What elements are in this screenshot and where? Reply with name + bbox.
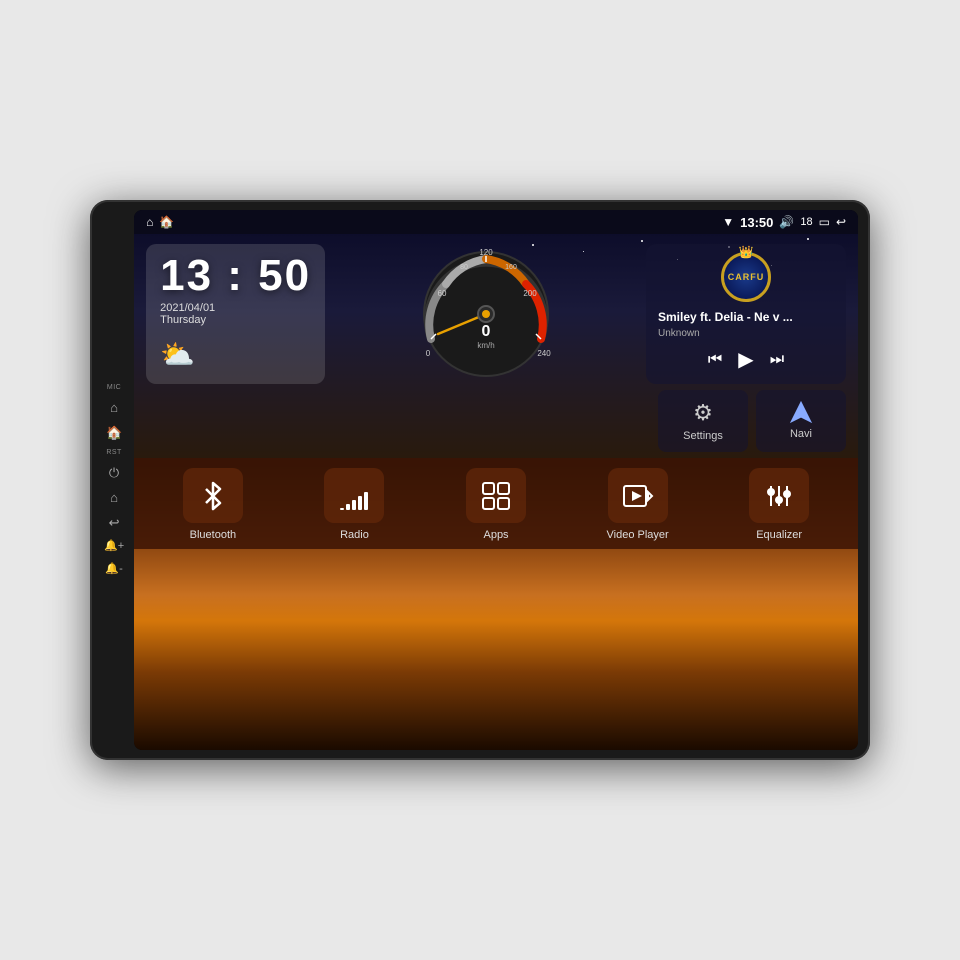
wifi-icon: ▼	[722, 215, 734, 229]
music-artist: Unknown	[658, 328, 834, 339]
vol-up-button[interactable]: 🔔+	[102, 539, 126, 554]
bluetooth-app[interactable]: Bluetooth	[168, 468, 258, 541]
carfu-logo-text: CARFU	[728, 272, 765, 282]
music-logo: 👑 CARFU	[721, 252, 771, 302]
music-widget: 👑 CARFU Smiley ft. Delia - Ne v ... Unkn…	[646, 244, 846, 384]
svg-text:0: 0	[481, 323, 490, 340]
back-status-icon[interactable]: ↩	[836, 215, 846, 229]
apps-label: Apps	[483, 529, 508, 541]
play-button[interactable]: ▶	[738, 347, 753, 372]
speedometer-widget: 0 60 120 80 160 200 240 0	[333, 244, 638, 384]
apps-icon	[481, 481, 511, 511]
radio-app[interactable]: Radio	[309, 468, 399, 541]
eq-icon-box	[749, 468, 809, 523]
weather-icon: ⛅	[160, 338, 195, 371]
crown-icon: 👑	[739, 245, 754, 259]
home2-button[interactable]: 🏠	[104, 424, 124, 441]
radio-label: Radio	[340, 529, 369, 541]
status-bar: ⌂ 🏠 ▼ 13:50 🔊 18 ▭ ↩	[134, 210, 858, 234]
volume-icon: 🔊	[779, 215, 794, 229]
radio-icon-box	[324, 468, 384, 523]
music-title: Smiley ft. Delia - Ne v ...	[658, 310, 834, 324]
svg-text:km/h: km/h	[477, 341, 494, 350]
equalizer-app[interactable]: Equalizer	[734, 468, 824, 541]
eq-label: Equalizer	[756, 529, 802, 541]
video-icon-box	[608, 468, 668, 523]
navi-label: Navi	[790, 428, 812, 440]
screen: ⌂ 🏠 ▼ 13:50 🔊 18 ▭ ↩	[134, 210, 858, 750]
bluetooth-icon	[198, 481, 228, 511]
status-left: ⌂ 🏠	[146, 215, 174, 229]
window-icon: ▭	[819, 215, 830, 229]
clock-time: 13 : 50	[160, 254, 311, 298]
volume-level: 18	[800, 216, 812, 228]
main-screen: 13 : 50 2021/04/01 Thursday ⛅	[134, 234, 858, 750]
rst-label: RST	[106, 449, 122, 456]
navi-button[interactable]: Navi	[756, 390, 846, 452]
settings-icon: ⚙	[693, 400, 713, 426]
power-button[interactable]: ⏻	[107, 464, 121, 481]
video-icon	[622, 482, 654, 510]
svg-text:60: 60	[437, 289, 446, 298]
widgets-row: 13 : 50 2021/04/01 Thursday ⛅	[134, 234, 858, 390]
prev-button[interactable]: ⏮	[708, 351, 722, 369]
vol-down-button[interactable]: 🔔-	[103, 562, 124, 577]
navi-icon	[789, 400, 813, 424]
radio-icon	[338, 482, 370, 510]
apps-icon-box	[466, 468, 526, 523]
settings-button[interactable]: ⚙ Settings	[658, 390, 748, 452]
apps-app[interactable]: Apps	[451, 468, 541, 541]
home-button[interactable]: ⌂	[108, 399, 120, 416]
svg-text:0: 0	[425, 349, 430, 358]
mic-label: MIC	[107, 384, 121, 391]
eq-icon	[763, 482, 795, 510]
status-home-icon[interactable]: ⌂	[146, 215, 153, 229]
music-controls: ⏮ ▶ ⏭	[658, 347, 834, 372]
video-label: Video Player	[607, 529, 669, 541]
clock-date: 2021/04/01	[160, 302, 215, 314]
home3-button[interactable]: ⌂	[108, 489, 120, 506]
bluetooth-icon-box	[183, 468, 243, 523]
bluetooth-label: Bluetooth	[190, 529, 236, 541]
status-right: ▼ 13:50 🔊 18 ▭ ↩	[722, 215, 846, 230]
svg-text:160: 160	[505, 264, 517, 271]
app-bar: Bluetooth Radio	[134, 458, 858, 549]
video-app[interactable]: Video Player	[593, 468, 683, 541]
svg-text:200: 200	[523, 289, 537, 298]
svg-text:240: 240	[537, 349, 551, 358]
shortcut-row: ⚙ Settings Navi	[134, 390, 858, 458]
back-side-button[interactable]: ↩	[107, 514, 122, 531]
svg-text:120: 120	[479, 248, 493, 257]
status-app-icon[interactable]: 🏠	[159, 215, 174, 229]
side-button-panel: MIC ⌂ 🏠 RST ⏻ ⌂ ↩ 🔔+ 🔔-	[102, 384, 134, 577]
next-button[interactable]: ⏭	[770, 351, 784, 369]
svg-text:80: 80	[460, 264, 468, 271]
status-time: 13:50	[740, 215, 773, 230]
speedometer-svg: 0 60 120 80 160 200 240 0	[416, 244, 556, 384]
clock-day: Thursday	[160, 314, 206, 326]
settings-label: Settings	[683, 430, 723, 442]
clock-widget: 13 : 50 2021/04/01 Thursday ⛅	[146, 244, 325, 384]
car-head-unit: MIC ⌂ 🏠 RST ⏻ ⌂ ↩ 🔔+ 🔔- ⌂ 🏠 ▼ 13:50 🔊 18…	[90, 200, 870, 760]
